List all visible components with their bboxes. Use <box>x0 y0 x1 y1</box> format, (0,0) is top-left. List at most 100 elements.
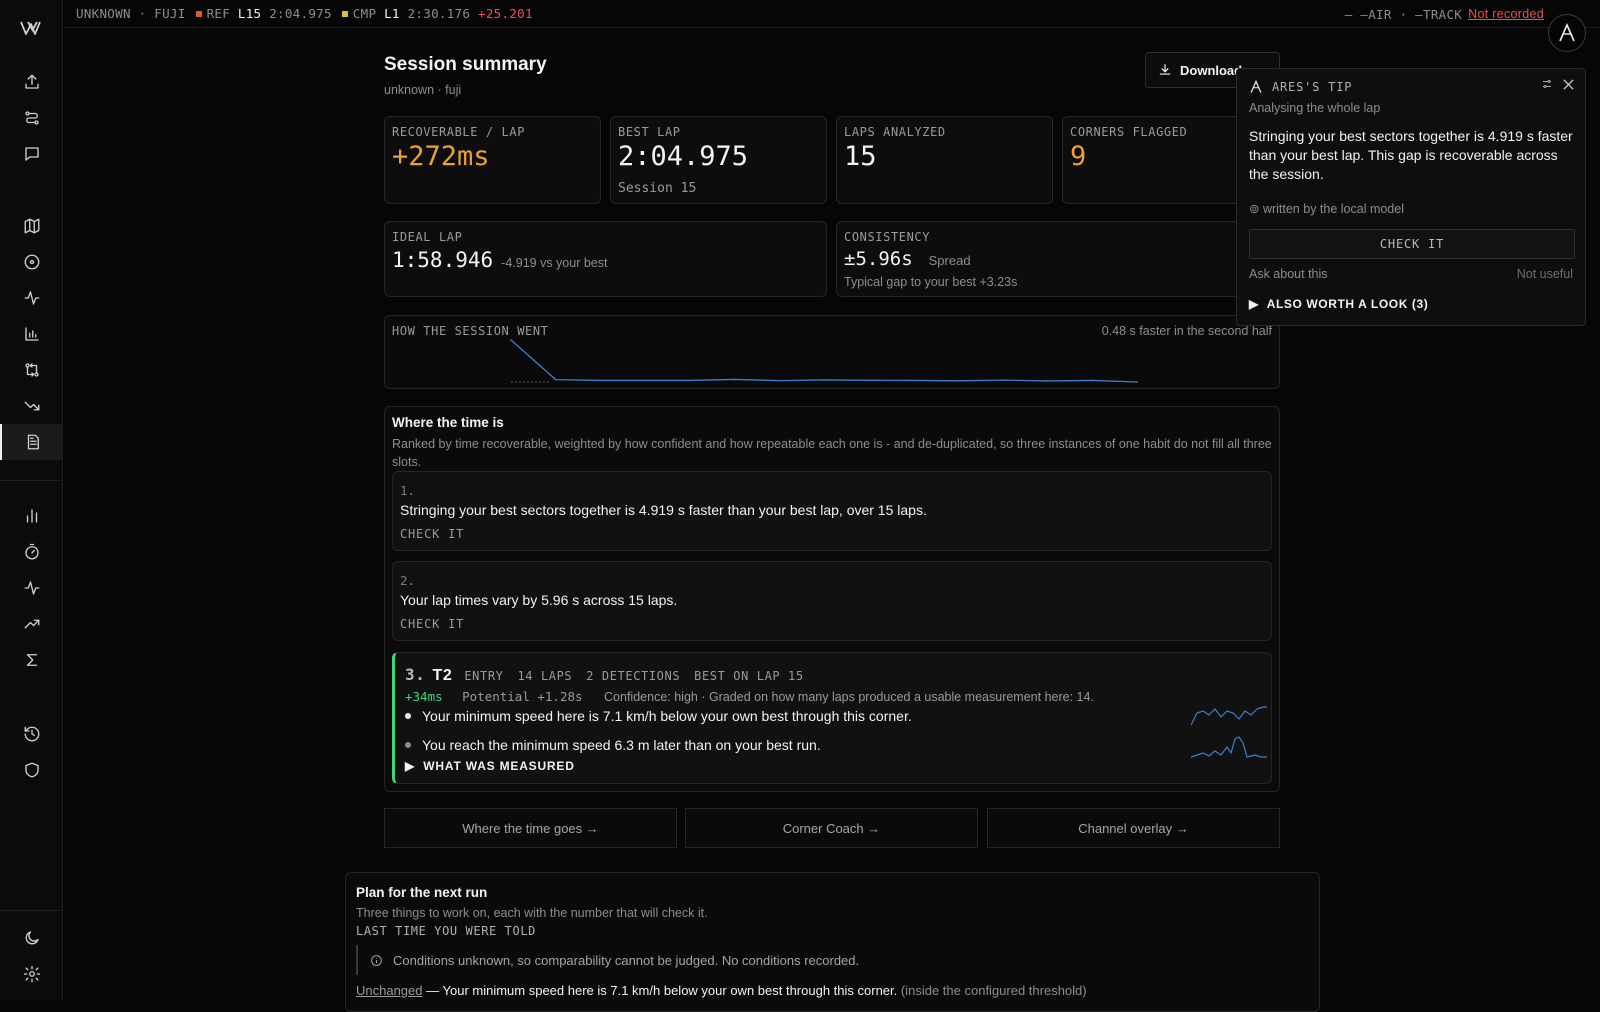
session-line-chart <box>510 339 1138 383</box>
tip-settings-icon[interactable] <box>1541 77 1553 93</box>
ares-logo-icon <box>1559 23 1575 42</box>
tip-check-it-button[interactable]: CHECK IT <box>1249 229 1575 259</box>
ref-square-icon <box>195 10 202 17</box>
page-subtitle: unknown · fuji <box>384 83 462 97</box>
trending-down-icon[interactable] <box>0 388 63 424</box>
bullet-dot <box>405 742 411 748</box>
card-label: LAPS ANALYZED <box>844 125 946 139</box>
moon-icon[interactable] <box>0 920 63 956</box>
bar-chart-icon[interactable] <box>0 316 63 352</box>
laps-card: LAPS ANALYZED 15 <box>836 116 1053 204</box>
corner-item-t2: 3. T2 ENTRY 14 LAPS 2 DETECTIONS BEST ON… <box>392 652 1272 784</box>
compare-icon[interactable] <box>0 352 63 388</box>
channel-overlay-link[interactable]: Channel overlay → <box>987 808 1280 848</box>
ares-tip-popup: ARES'S TIP Analysing the whole lap Strin… <box>1236 68 1586 326</box>
consistency-sub: Typical gap to your best +3.23s <box>844 275 1018 289</box>
upload-icon[interactable] <box>0 64 63 100</box>
conditions-note: Conditions unknown, so comparability can… <box>356 945 859 975</box>
tip-title: ARES'S TIP <box>1272 80 1353 94</box>
w-logo-icon[interactable] <box>0 0 63 56</box>
where-time-goes-link[interactable]: Where the time goes → <box>384 808 677 848</box>
ares-logo-icon <box>1250 80 1262 93</box>
stopwatch-icon[interactable] <box>0 534 63 570</box>
card-label: CORNERS FLAGGED <box>1070 125 1188 139</box>
lap-point <box>957 379 959 382</box>
min-speed-sparkline <box>1191 706 1267 726</box>
corner-laps: 14 LAPS <box>517 669 573 683</box>
corner-phase: ENTRY <box>464 669 504 683</box>
routes-icon[interactable] <box>0 100 63 136</box>
report-icon[interactable] <box>0 424 63 460</box>
info-icon <box>371 954 382 966</box>
chat-icon[interactable] <box>0 136 63 172</box>
map-icon[interactable] <box>0 208 63 244</box>
lap-point <box>1002 379 1004 381</box>
cmp-label: CMP <box>352 6 377 21</box>
activity-icon[interactable] <box>0 280 63 316</box>
air-temp: — —AIR <box>1344 6 1392 22</box>
plan-desc: Three things to work on, each with the n… <box>356 906 708 920</box>
cmp-lap-chip[interactable]: CMP L1 2:30.176 +25.201 <box>341 6 533 21</box>
corner-detections: 2 DETECTIONS <box>586 669 681 683</box>
separator: · <box>1399 6 1408 22</box>
where-time-card: Where the time is Ranked by time recover… <box>384 406 1280 792</box>
unchanged-note: (inside the configured threshold) <box>900 983 1087 998</box>
cmp-time: 2:30.176 <box>407 6 471 21</box>
item-number: 3. <box>405 665 426 684</box>
best-lap-session: Session 15 <box>618 181 697 196</box>
card-label: CONSISTENCY <box>844 230 931 244</box>
item-text: Your lap times vary by 5.96 s across 15 … <box>400 592 678 608</box>
check-it-link[interactable]: CHECK IT <box>400 617 464 631</box>
plan-card: Plan for the next run Three things to wo… <box>345 872 1320 1012</box>
lap-point <box>1091 379 1094 382</box>
what-was-measured-toggle[interactable]: ▶ WHAT WAS MEASURED <box>405 759 575 773</box>
settings-icon[interactable] <box>0 956 63 992</box>
last-time-label: LAST TIME YOU WERE TOLD <box>356 924 536 938</box>
unchanged-label[interactable]: Unchanged <box>356 983 423 998</box>
corner-potential: Potential +1.28s <box>462 689 583 704</box>
corners-value: 9 <box>1070 141 1087 172</box>
check-it-link[interactable]: CHECK IT <box>400 527 464 541</box>
download-label: Download <box>1180 62 1243 78</box>
corner-coach-link[interactable]: Corner Coach → <box>685 808 978 848</box>
where-desc: Ranked by time recoverable, weighted by … <box>392 437 1272 469</box>
stats-icon[interactable] <box>0 498 63 534</box>
ref-lap: L15 <box>237 6 262 21</box>
ideal-lap-card: IDEAL LAP 1:58.946 -4.919 vs your best <box>384 221 827 297</box>
card-label: IDEAL LAP <box>392 230 463 244</box>
card-label: RECOVERABLE / LAP <box>392 125 526 139</box>
history-icon[interactable] <box>0 716 63 752</box>
where-title: Where the time is <box>392 415 504 430</box>
min-speed-distance-sparkline <box>1191 736 1267 758</box>
plan-title: Plan for the next run <box>356 885 488 900</box>
session-label: UNKNOWN · FUJI <box>76 6 186 21</box>
target-icon[interactable] <box>0 244 63 280</box>
ask-about-this-link[interactable]: Ask about this <box>1249 267 1328 281</box>
corner-name: T2 <box>432 667 453 684</box>
ref-time: 2:04.975 <box>269 6 332 21</box>
conditions-note-text: Conditions unknown, so comparability can… <box>393 952 860 968</box>
also-worth-a-look-toggle[interactable]: ▶ ALSO WORTH A LOOK (3) <box>1249 297 1428 311</box>
conditions-readout: — —AIR · —TRACK Not recorded <box>1345 0 1544 28</box>
card-label: BEST LAP <box>618 125 681 139</box>
laps-value: 15 <box>844 141 877 172</box>
item-number: 1. <box>400 483 416 498</box>
recoverable-card: RECOVERABLE / LAP +272ms <box>384 116 601 204</box>
sigma-icon[interactable] <box>0 642 63 678</box>
list-item: 2. Your lap times vary by 5.96 s across … <box>392 561 1272 641</box>
lap-point <box>510 339 512 341</box>
ref-lap-chip[interactable]: REF L15 2:04.975 <box>195 6 332 21</box>
download-icon <box>1159 64 1171 75</box>
sidebar-divider <box>0 910 63 911</box>
trending-up-icon[interactable] <box>0 606 63 642</box>
ares-avatar-button[interactable] <box>1548 14 1586 52</box>
pulse-icon[interactable] <box>0 570 63 606</box>
close-icon[interactable] <box>1563 77 1574 93</box>
session-chart-card: HOW THE SESSION WENT 0.48 s faster in th… <box>384 315 1280 389</box>
lap-point <box>823 379 825 381</box>
corner-gain: +34ms <box>405 689 443 704</box>
not-useful-link[interactable]: Not useful <box>1517 267 1573 281</box>
lap-point <box>644 379 646 382</box>
shield-icon[interactable] <box>0 752 63 788</box>
not-recorded-link[interactable]: Not recorded <box>1468 7 1544 21</box>
